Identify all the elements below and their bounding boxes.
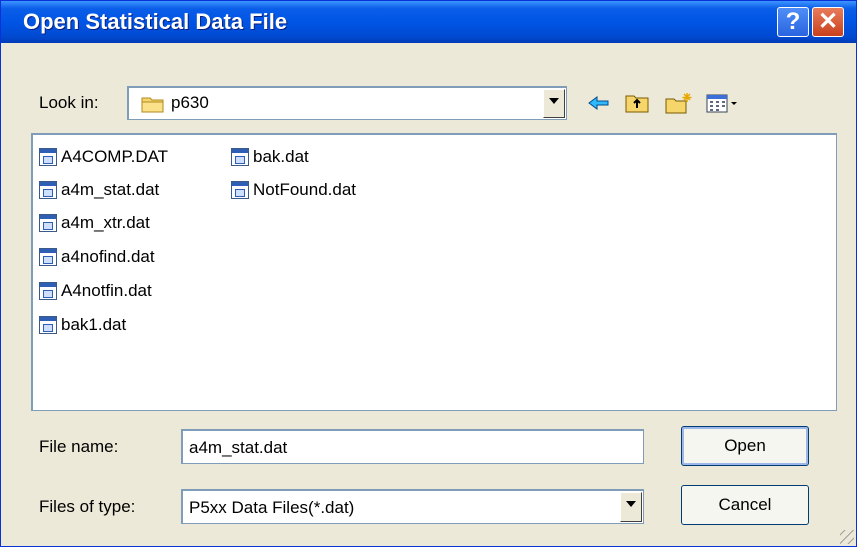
file-name: A4notfin.dat: [61, 281, 152, 300]
list-item[interactable]: a4m_xtr.dat: [39, 208, 150, 238]
list-item[interactable]: bak1.dat: [39, 310, 126, 340]
list-item[interactable]: a4m_stat.dat: [39, 175, 159, 205]
close-button[interactable]: ✕: [812, 7, 844, 37]
file-type-value: P5xx Data Files(*.dat): [189, 498, 355, 517]
file-type-select[interactable]: P5xx Data Files(*.dat): [181, 489, 644, 524]
list-item[interactable]: bak.dat: [231, 142, 309, 172]
data-file-icon: [231, 181, 249, 199]
look-in-label: Look in:: [39, 93, 99, 112]
data-file-icon: [39, 316, 57, 334]
open-file-dialog: Open Statistical Data File ? ✕ Look in: …: [0, 0, 857, 547]
cancel-button[interactable]: Cancel: [681, 485, 809, 525]
folder-icon: [141, 95, 165, 113]
view-menu-icon[interactable]: [704, 91, 742, 115]
file-type-dropdown-arrow[interactable]: [620, 492, 642, 522]
look-in-dropdown-arrow[interactable]: [543, 89, 565, 118]
file-name-value: a4m_stat.dat: [189, 438, 288, 457]
file-name: bak1.dat: [61, 315, 127, 334]
file-name: a4nofind.dat: [61, 247, 155, 266]
list-item[interactable]: a4nofind.dat: [39, 242, 155, 272]
file-name: bak.dat: [253, 147, 309, 166]
list-item[interactable]: A4notfin.dat: [39, 276, 152, 306]
list-item[interactable]: NotFound.dat: [231, 175, 356, 205]
open-button[interactable]: Open: [681, 426, 809, 466]
look-in-value: p630: [171, 93, 209, 112]
data-file-icon: [231, 148, 249, 166]
file-type-label: Files of type:: [39, 497, 136, 516]
file-name-input[interactable]: a4m_stat.dat: [181, 429, 644, 464]
data-file-icon: [39, 148, 57, 166]
list-item[interactable]: A4COMP.DAT: [39, 142, 168, 172]
title-bar[interactable]: Open Statistical Data File ? ✕: [1, 1, 856, 43]
data-file-icon: [39, 282, 57, 300]
window-title: Open Statistical Data File: [23, 9, 288, 34]
file-name: A4COMP.DAT: [61, 147, 169, 166]
back-arrow-icon[interactable]: [586, 91, 612, 115]
resize-grip-icon[interactable]: [840, 530, 854, 544]
data-file-icon: [39, 214, 57, 232]
up-folder-icon[interactable]: [623, 91, 651, 115]
file-list[interactable]: A4COMP.DAT a4m_stat.dat a4m_xtr.dat a4no…: [31, 133, 837, 411]
help-button[interactable]: ?: [777, 7, 809, 37]
new-folder-icon[interactable]: [663, 91, 695, 115]
data-file-icon: [39, 248, 57, 266]
data-file-icon: [39, 181, 57, 199]
file-name: NotFound.dat: [253, 180, 357, 199]
look-in-combo[interactable]: p630: [127, 86, 567, 120]
file-name-label: File name:: [39, 437, 119, 456]
file-name: a4m_stat.dat: [61, 180, 160, 199]
file-name: a4m_xtr.dat: [61, 213, 150, 232]
